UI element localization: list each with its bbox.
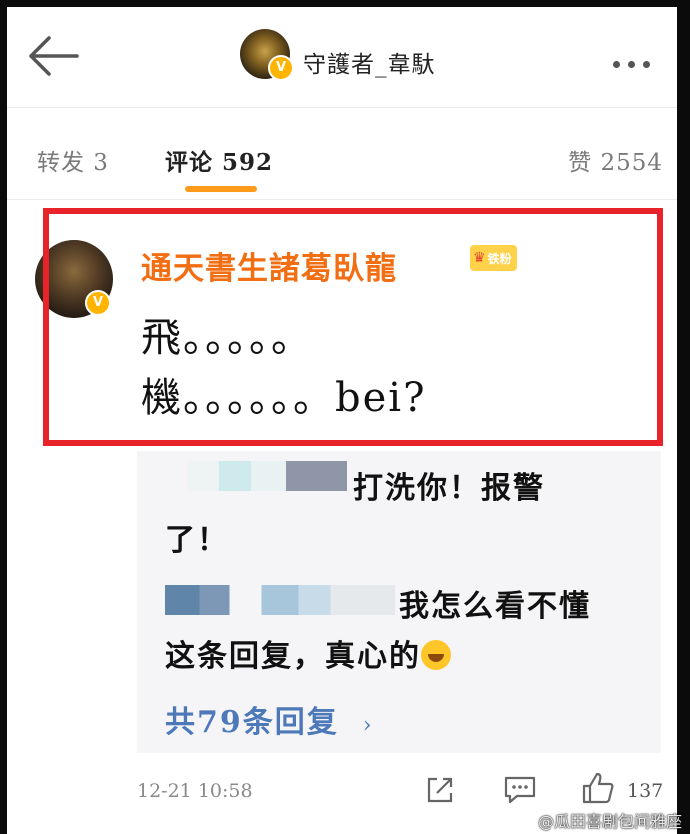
- tab-likes[interactable]: 赞 2554: [568, 143, 663, 177]
- arrow-left-icon[interactable]: [25, 33, 83, 79]
- thumbs-up-icon[interactable]: [581, 771, 615, 805]
- tab-bar: 转发 3 评论 592 赞 2554: [7, 107, 677, 200]
- view-more-replies-link[interactable]: 共79条回复 ›: [165, 697, 374, 741]
- more-horizontal-icon[interactable]: [613, 53, 663, 68]
- reply-text: 了！: [165, 523, 229, 558]
- like-count: 137: [627, 780, 664, 802]
- reply-text: 我怎么看不懂: [399, 589, 591, 624]
- watermark: @瓜田喜剧包间雅座: [537, 812, 682, 831]
- comment-timestamp: 12-21 10:58: [137, 780, 253, 802]
- crown-icon: ♛: [473, 250, 486, 266]
- comment-text-line-2: 機。。。。。。bei?: [141, 375, 427, 421]
- weibo-comment-screen: V 守護者_韋馱 转发 3 评论 592 赞 2554 V 通天書生諸葛臥龍 ♛…: [7, 7, 677, 834]
- reply-text: 这条回复，真心的: [165, 631, 451, 675]
- chevron-right-icon: ›: [362, 713, 374, 738]
- reply-text: 打洗你！报警: [353, 471, 545, 506]
- header-avatar[interactable]: V: [240, 29, 294, 81]
- blurred-username: [165, 585, 395, 615]
- commenter-username[interactable]: 通天書生諸葛臥龍: [141, 243, 397, 288]
- tab-repost[interactable]: 转发 3: [37, 143, 109, 177]
- laugh-cry-emoji-icon: [421, 640, 451, 670]
- comment-icon[interactable]: [503, 775, 537, 805]
- active-tab-indicator: [185, 186, 257, 192]
- verified-badge: V: [268, 55, 294, 81]
- tab-comments[interactable]: 评论 592: [165, 143, 273, 177]
- replies-preview[interactable]: 打洗你！报警 了！ 我怎么看不懂 这条回复，真心的 共79条回复 ›: [137, 451, 661, 753]
- comment-text-line-1: 飛。。。。。: [141, 315, 313, 361]
- fan-badge: ♛ 铁粉: [470, 245, 517, 271]
- blurred-username: [187, 461, 347, 491]
- page-title: 守護者_韋馱: [303, 52, 436, 78]
- top-bar: V 守護者_韋馱: [7, 7, 677, 108]
- share-icon[interactable]: [425, 775, 455, 805]
- fan-badge-label: 铁粉: [487, 251, 512, 266]
